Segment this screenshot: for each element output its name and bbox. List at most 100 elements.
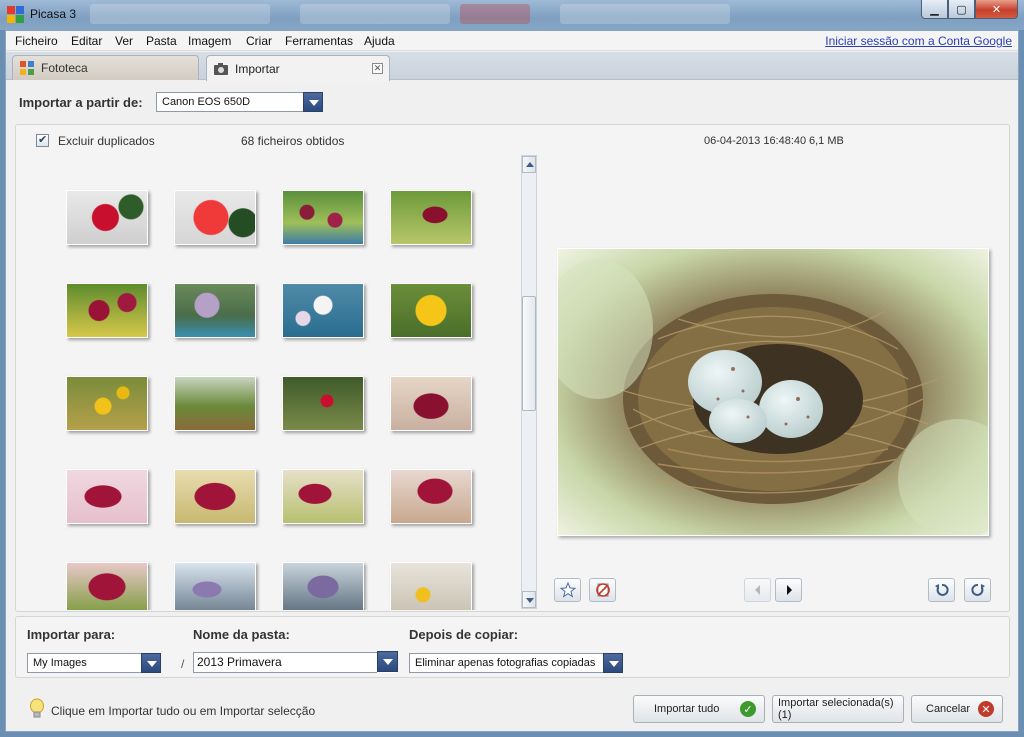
tab-importar[interactable]: Importar ✕ <box>206 55 390 81</box>
previous-photo-button[interactable] <box>744 578 771 602</box>
menu-ver[interactable]: Ver <box>115 34 133 48</box>
app-window: Ficheiro Editar Ver Pasta Imagem Criar F… <box>5 30 1019 732</box>
import-source-select[interactable]: Canon EOS 650D <box>156 92 323 112</box>
thumbnail[interactable] <box>66 562 148 610</box>
camera-import-icon <box>214 62 228 75</box>
import-to-label: Importar para: <box>27 627 116 642</box>
picasa-logo-icon <box>7 6 24 23</box>
window-title: Picasa 3 <box>30 7 77 21</box>
maximize-button[interactable]: ▢ <box>948 0 975 19</box>
photo-library-icon <box>20 61 34 75</box>
import-selected-button[interactable]: Importar selecionada(s) (1) <box>772 695 904 723</box>
window-controls: ▁ ▢ ✕ <box>921 0 1018 20</box>
thumbnail[interactable] <box>282 376 364 431</box>
thumbnail[interactable] <box>390 190 472 245</box>
minimize-button[interactable]: ▁ <box>921 0 948 19</box>
exclude-duplicates-label: Excluir duplicados <box>58 134 155 148</box>
thumbnail[interactable] <box>282 562 364 610</box>
scroll-up-icon[interactable] <box>522 156 536 173</box>
import-selected-label: Importar selecionada(s) (1) <box>778 697 894 721</box>
chevron-down-icon[interactable] <box>377 651 398 672</box>
background-window-ghost <box>90 4 270 24</box>
chevron-down-icon[interactable] <box>603 653 623 673</box>
next-photo-button[interactable] <box>775 578 802 602</box>
rotate-left-button[interactable] <box>928 578 955 602</box>
menu-ajuda[interactable]: Ajuda <box>364 34 395 48</box>
thumbnail[interactable] <box>174 562 256 610</box>
thumbnail[interactable] <box>66 376 148 431</box>
rotate-cw-icon <box>970 583 985 596</box>
import-all-label: Importar tudo <box>654 703 720 715</box>
files-count: 68 ficheiros obtidos <box>241 134 345 148</box>
thumbnail[interactable] <box>66 283 148 338</box>
menu-editar[interactable]: Editar <box>71 34 102 48</box>
lightbulb-icon <box>30 698 44 718</box>
arrow-left-icon <box>754 585 760 595</box>
thumbnail[interactable] <box>174 376 256 431</box>
photo-date: 06-04-2013 16:48:40 <box>704 135 807 147</box>
after-copy-select[interactable]: Eliminar apenas fotografias copiadas <box>409 653 623 673</box>
thumbnail[interactable] <box>174 190 256 245</box>
menu-ferramentas[interactable]: Ferramentas <box>285 34 353 48</box>
scroll-down-icon[interactable] <box>522 591 536 608</box>
exclude-duplicates-checkbox[interactable] <box>36 133 49 147</box>
destination-panel: Importar para: Nome da pasta: Depois de … <box>15 616 1010 678</box>
photo-size: 6,1 MB <box>809 135 844 147</box>
menu-ficheiro[interactable]: Ficheiro <box>15 34 58 48</box>
thumbnail[interactable] <box>390 562 472 610</box>
close-icon: ✕ <box>991 3 1002 16</box>
import-to-select[interactable]: My Images <box>27 653 161 673</box>
star-icon <box>559 581 576 598</box>
star-button[interactable] <box>554 578 581 602</box>
title-bar: Picasa 3 ▁ ▢ ✕ <box>0 0 1024 30</box>
folder-name-dropdown[interactable] <box>377 651 398 673</box>
rotate-ccw-icon <box>934 583 949 596</box>
import-all-button[interactable]: Importar tudo ✓ <box>633 695 765 723</box>
thumbnail[interactable] <box>390 376 472 431</box>
import-source-row: Importar a partir de: Canon EOS 650D <box>6 81 1018 123</box>
nest-photo <box>558 249 988 535</box>
thumbnail[interactable] <box>66 469 148 524</box>
hint-text: Clique em Importar tudo ou em Importar s… <box>51 704 316 718</box>
no-photo-icon <box>595 583 610 597</box>
thumbnail-grid <box>66 180 486 610</box>
thumbnail[interactable] <box>282 283 364 338</box>
photo-preview <box>557 248 989 536</box>
chevron-down-icon[interactable] <box>141 653 161 673</box>
tab-label: Importar <box>235 61 280 76</box>
thumbnail[interactable] <box>174 469 256 524</box>
after-copy-value: Eliminar apenas fotografias copiadas <box>415 657 596 669</box>
thumbnail[interactable] <box>174 283 256 338</box>
chevron-down-icon[interactable] <box>303 92 323 112</box>
thumbnail[interactable] <box>390 283 472 338</box>
exclude-photo-button[interactable] <box>589 578 616 602</box>
path-separator: / <box>181 657 185 671</box>
thumbnail[interactable] <box>66 190 148 245</box>
import-to-value: My Images <box>33 657 87 669</box>
minimize-icon: ▁ <box>930 3 939 16</box>
thumbnail[interactable] <box>282 469 364 524</box>
cancel-button[interactable]: Cancelar ✕ <box>911 695 1003 723</box>
rotate-right-button[interactable] <box>964 578 991 602</box>
thumbnail[interactable] <box>390 469 472 524</box>
cancel-x-icon: ✕ <box>978 701 994 717</box>
close-button[interactable]: ✕ <box>975 0 1018 19</box>
thumbnail-scrollbar[interactable] <box>521 155 537 609</box>
background-window-ghost <box>560 4 730 24</box>
tab-strip: Fototeca Importar ✕ <box>6 52 1018 81</box>
tab-label: Fototeca <box>41 61 88 75</box>
menu-criar[interactable]: Criar <box>246 34 272 48</box>
after-copy-label: Depois de copiar: <box>409 627 519 642</box>
cancel-label: Cancelar <box>926 703 971 715</box>
tab-close-icon[interactable]: ✕ <box>372 63 383 74</box>
tab-fototeca[interactable]: Fototeca <box>12 55 199 80</box>
thumbnail[interactable] <box>282 190 364 245</box>
menu-pasta[interactable]: Pasta <box>146 34 177 48</box>
scroll-thumb[interactable] <box>522 296 536 411</box>
menu-bar: Ficheiro Editar Ver Pasta Imagem Criar F… <box>6 31 1018 51</box>
arrow-right-icon <box>786 585 792 595</box>
sign-in-link[interactable]: Iniciar sessão com a Conta Google <box>825 34 1012 48</box>
folder-name-input[interactable]: 2013 Primavera <box>193 652 379 673</box>
maximize-icon: ▢ <box>956 3 967 16</box>
menu-imagem[interactable]: Imagem <box>188 34 231 48</box>
